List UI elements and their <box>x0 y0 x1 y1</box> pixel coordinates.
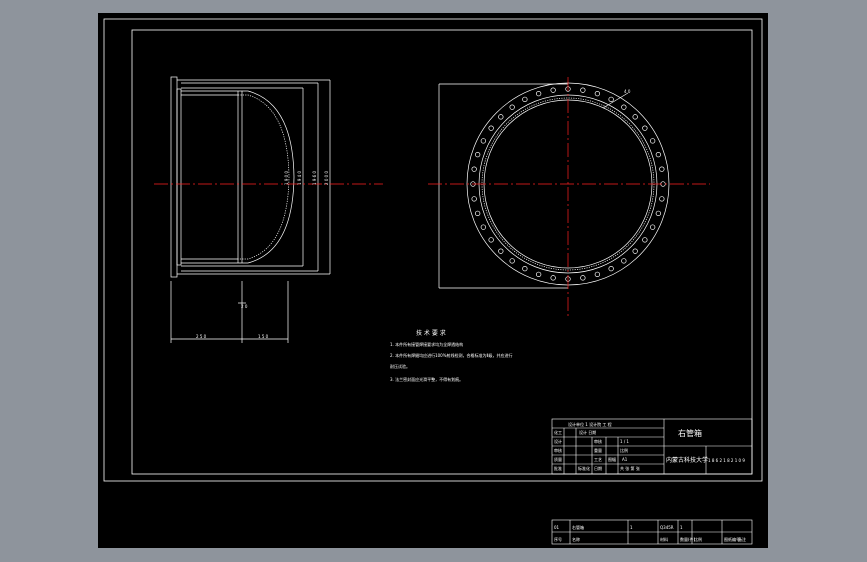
parts-table-text: 01 右管箱 1 Q345R 1序号 名称 材料 数量(件)比例 图纸编号备注 <box>554 524 746 542</box>
parts-cell: 右管箱 <box>572 524 584 530</box>
tb-r6c: 共 张 第 张 <box>620 465 640 471</box>
tb-r5a: 工艺 <box>594 457 602 462</box>
bolt-hole <box>650 224 656 230</box>
dim-1960: 1 9 6 0 <box>312 171 317 185</box>
inner-frame <box>131 29 753 475</box>
tb-r5b: 图幅 <box>608 456 616 462</box>
flange-left <box>170 76 178 278</box>
tb-r5c: A1 <box>622 457 628 462</box>
tb-sheji: 化工 <box>554 429 562 435</box>
bolt-hole <box>632 114 638 120</box>
school-name: 内蒙古科技大学 <box>666 456 708 464</box>
tb-row1: 设计单位 1 设计院 工 程 <box>568 421 612 427</box>
parts-cell: 名称 <box>572 536 580 542</box>
bolt-hole <box>475 210 481 217</box>
bolt-hole <box>659 196 665 202</box>
tech-req-line3: 耐压试验。 <box>390 363 410 369</box>
tb-row2: 设计 日期 <box>579 429 596 435</box>
bolt-hole <box>509 258 515 264</box>
bolt-hole <box>522 96 528 102</box>
bolt-hole <box>488 125 494 131</box>
bolt-hole <box>480 224 487 230</box>
parts-cell: 比例 <box>694 536 702 542</box>
tb-label-approve: 批准 <box>554 465 562 471</box>
bolt-hole <box>642 237 648 243</box>
side-view <box>170 76 331 343</box>
bolt-hole <box>580 87 586 93</box>
dim-1940: 1 9 4 0 <box>297 171 302 185</box>
parts-cell: 材料 <box>660 536 668 542</box>
bolt-hole <box>655 210 661 217</box>
bolt-hole <box>535 90 542 97</box>
parts-cell: 备注 <box>738 536 746 542</box>
bolt-hole <box>471 196 477 202</box>
bolt-hole <box>535 271 542 278</box>
bolt-hole <box>522 265 528 272</box>
bolt-hole <box>621 104 627 110</box>
tb-r4b: 比例 <box>620 447 628 453</box>
dim-150: 1 5 0 <box>258 334 269 339</box>
dim-20: 2 0 <box>241 304 248 309</box>
tb-r6b: 日期 <box>594 465 602 471</box>
bolt-hole-label: 4 0 <box>624 89 631 94</box>
viewport: 1 9 0 0 1 9 4 0 1 9 6 0 2 0 0 0 2 5 0 1 … <box>0 0 867 562</box>
parts-cell: 1 <box>680 525 683 530</box>
bolt-hole <box>655 151 661 158</box>
parts-cell: 序号 <box>554 536 562 542</box>
bolt-hole <box>550 275 556 281</box>
bolt-hole <box>642 125 648 131</box>
bolt-hole <box>659 166 665 172</box>
drawing-sheet: 1 9 0 0 1 9 4 0 1 9 6 0 2 0 0 0 2 5 0 1 … <box>98 13 768 548</box>
dim-250: 2 5 0 <box>196 334 207 339</box>
tech-req-line2: 2. 本件所有焊缝均应进行100%射线检测，合格标准为Ⅱ级，并应进行 <box>390 352 513 358</box>
cad-drawing: 1 9 0 0 1 9 4 0 1 9 6 0 2 0 0 0 2 5 0 1 … <box>103 18 763 545</box>
bolt-hole <box>498 114 504 120</box>
drawing-number: 1 8 6 2 1 8 2 1 0 9 <box>708 458 745 463</box>
bolt-hole <box>608 96 614 102</box>
bolt-hole <box>632 248 638 254</box>
tech-req-line1: 1. 本件所有接管焊接要求均为全焊透结构 <box>390 341 463 347</box>
parts-table <box>551 519 753 545</box>
bolt-hole <box>580 275 586 281</box>
parts-cell: Q345R <box>660 525 674 530</box>
end-view <box>438 82 670 289</box>
tech-req-heading: 技 术 要 求 <box>416 329 446 337</box>
bolt-hole <box>550 87 556 93</box>
bolt-hole <box>471 166 477 172</box>
tech-req-line4: 3. 法兰密封面应光滑平整，不得有划痕。 <box>390 376 463 382</box>
tb-label-quality: 质量 <box>554 456 562 462</box>
dim-2000: 2 0 0 0 <box>324 171 329 185</box>
tb-r6a: 标准化 <box>578 465 590 471</box>
bolt-hole <box>509 104 515 110</box>
parts-cell: 1 <box>630 525 633 530</box>
bolt-hole <box>480 138 487 144</box>
parts-cell: 01 <box>554 525 560 530</box>
tb-label-design: 设计 <box>554 438 562 444</box>
bolt-hole <box>475 151 481 158</box>
bolt-hole <box>498 248 504 254</box>
tb-r3a: 审核 <box>594 438 602 444</box>
bolt-hole <box>650 138 656 144</box>
tb-r4a: 重量 <box>594 447 602 453</box>
bolt-hole <box>594 271 601 278</box>
tb-label-check: 审核 <box>554 447 562 453</box>
bolt-hole <box>488 237 494 243</box>
bolt-hole <box>621 258 627 264</box>
bolt-hole <box>594 90 601 97</box>
drawing-title: 右管箱 <box>678 428 702 438</box>
tb-r3b: 1 / 1 <box>620 439 629 444</box>
dim-1900: 1 9 0 0 <box>284 171 289 185</box>
bolt-hole <box>608 265 614 272</box>
